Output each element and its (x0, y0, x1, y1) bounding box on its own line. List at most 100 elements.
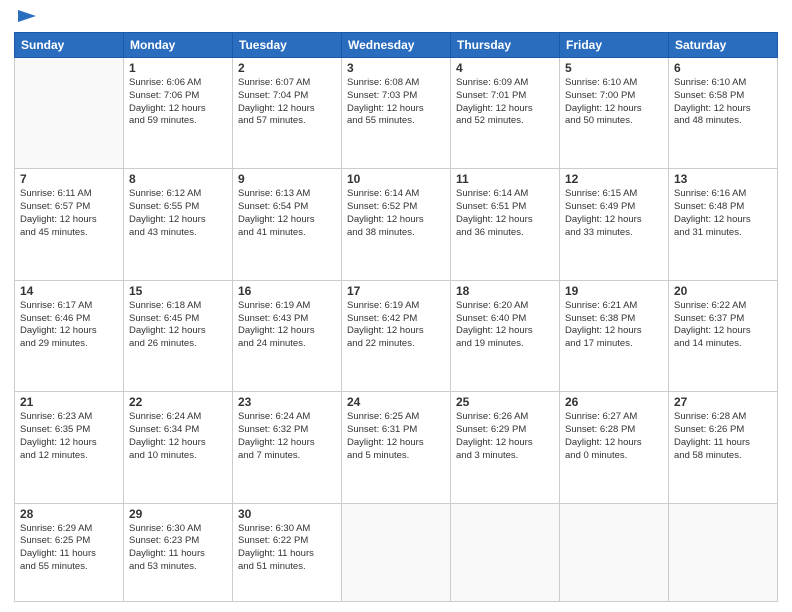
calendar-cell: 2 Sunrise: 6:07 AMSunset: 7:04 PMDaylight… (233, 58, 342, 169)
cell-info: Sunrise: 6:12 AMSunset: 6:55 PMDaylight:… (129, 188, 227, 239)
day-header-friday: Friday (560, 33, 669, 58)
calendar-cell: 7 Sunrise: 6:11 AMSunset: 6:57 PMDaylight… (15, 169, 124, 280)
day-number: 7 (20, 172, 118, 186)
cell-info: Sunrise: 6:17 AMSunset: 6:46 PMDaylight:… (20, 300, 118, 351)
cell-info: Sunrise: 6:10 AMSunset: 7:00 PMDaylight:… (565, 77, 663, 128)
logo-flag-icon (16, 8, 38, 28)
cell-info: Sunrise: 6:11 AMSunset: 6:57 PMDaylight:… (20, 188, 118, 239)
calendar-cell (669, 503, 778, 601)
day-number: 17 (347, 284, 445, 298)
calendar-week-row: 21 Sunrise: 6:23 AMSunset: 6:35 PMDayligh… (15, 392, 778, 503)
calendar-cell: 10Sunrise: 6:14 AMSunset: 6:52 PMDayligh… (342, 169, 451, 280)
day-number: 28 (20, 507, 118, 521)
header (14, 10, 778, 24)
day-number: 4 (456, 61, 554, 75)
day-number: 30 (238, 507, 336, 521)
day-number: 12 (565, 172, 663, 186)
day-number: 9 (238, 172, 336, 186)
day-header-sunday: Sunday (15, 33, 124, 58)
calendar-cell: 12 Sunrise: 6:15 AMSunset: 6:49 PMDayligh… (560, 169, 669, 280)
day-number: 22 (129, 395, 227, 409)
calendar-cell: 18 Sunrise: 6:20 AMSunset: 6:40 PMDayligh… (451, 280, 560, 391)
calendar-cell (342, 503, 451, 601)
calendar-cell (451, 503, 560, 601)
day-number: 5 (565, 61, 663, 75)
cell-info: Sunrise: 6:21 AMSunset: 6:38 PMDaylight:… (565, 300, 663, 351)
calendar-cell: 16 Sunrise: 6:19 AMSunset: 6:43 PMDayligh… (233, 280, 342, 391)
cell-info: Sunrise: 6:22 AMSunset: 6:37 PMDaylight:… (674, 300, 772, 351)
calendar-cell: 30 Sunrise: 6:30 AMSunset: 6:22 PMDayligh… (233, 503, 342, 601)
calendar-cell: 21 Sunrise: 6:23 AMSunset: 6:35 PMDayligh… (15, 392, 124, 503)
day-number: 21 (20, 395, 118, 409)
day-header-saturday: Saturday (669, 33, 778, 58)
cell-info: Sunrise: 6:16 AMSunset: 6:48 PMDaylight:… (674, 188, 772, 239)
cell-info: Sunrise: 6:23 AMSunset: 6:35 PMDaylight:… (20, 411, 118, 462)
calendar-cell: 24Sunrise: 6:25 AMSunset: 6:31 PMDayligh… (342, 392, 451, 503)
day-number: 16 (238, 284, 336, 298)
cell-info: Sunrise: 6:07 AMSunset: 7:04 PMDaylight:… (238, 77, 336, 128)
calendar-cell: 17 Sunrise: 6:19 AMSunset: 6:42 PMDayligh… (342, 280, 451, 391)
cell-info: Sunrise: 6:14 AMSunset: 6:51 PMDaylight:… (456, 188, 554, 239)
cell-info: Sunrise: 6:26 AMSunset: 6:29 PMDaylight:… (456, 411, 554, 462)
calendar-body: 1 Sunrise: 6:06 AMSunset: 7:06 PMDaylight… (15, 58, 778, 602)
calendar-cell: 19 Sunrise: 6:21 AMSunset: 6:38 PMDayligh… (560, 280, 669, 391)
day-number: 13 (674, 172, 772, 186)
day-number: 3 (347, 61, 445, 75)
cell-info: Sunrise: 6:09 AMSunset: 7:01 PMDaylight:… (456, 77, 554, 128)
calendar-cell: 23 Sunrise: 6:24 AMSunset: 6:32 PMDayligh… (233, 392, 342, 503)
day-number: 2 (238, 61, 336, 75)
day-number: 23 (238, 395, 336, 409)
calendar-cell: 29 Sunrise: 6:30 AMSunset: 6:23 PMDayligh… (124, 503, 233, 601)
cell-info: Sunrise: 6:24 AMSunset: 6:32 PMDaylight:… (238, 411, 336, 462)
cell-info: Sunrise: 6:30 AMSunset: 6:22 PMDaylight:… (238, 523, 336, 574)
calendar-cell: 4 Sunrise: 6:09 AMSunset: 7:01 PMDaylight… (451, 58, 560, 169)
cell-info: Sunrise: 6:10 AMSunset: 6:58 PMDaylight:… (674, 77, 772, 128)
logo (14, 10, 38, 24)
cell-info: Sunrise: 6:06 AMSunset: 7:06 PMDaylight:… (129, 77, 227, 128)
day-number: 27 (674, 395, 772, 409)
cell-info: Sunrise: 6:15 AMSunset: 6:49 PMDaylight:… (565, 188, 663, 239)
day-number: 25 (456, 395, 554, 409)
day-header-monday: Monday (124, 33, 233, 58)
day-header-wednesday: Wednesday (342, 33, 451, 58)
day-header-tuesday: Tuesday (233, 33, 342, 58)
day-number: 29 (129, 507, 227, 521)
calendar-cell: 15 Sunrise: 6:18 AMSunset: 6:45 PMDayligh… (124, 280, 233, 391)
cell-info: Sunrise: 6:27 AMSunset: 6:28 PMDaylight:… (565, 411, 663, 462)
day-number: 20 (674, 284, 772, 298)
day-number: 15 (129, 284, 227, 298)
calendar-week-row: 14 Sunrise: 6:17 AMSunset: 6:46 PMDayligh… (15, 280, 778, 391)
calendar-cell: 6Sunrise: 6:10 AMSunset: 6:58 PMDaylight… (669, 58, 778, 169)
calendar-cell: 8 Sunrise: 6:12 AMSunset: 6:55 PMDaylight… (124, 169, 233, 280)
day-header-thursday: Thursday (451, 33, 560, 58)
day-number: 10 (347, 172, 445, 186)
cell-info: Sunrise: 6:30 AMSunset: 6:23 PMDaylight:… (129, 523, 227, 574)
cell-info: Sunrise: 6:19 AMSunset: 6:43 PMDaylight:… (238, 300, 336, 351)
calendar-cell: 13 Sunrise: 6:16 AMSunset: 6:48 PMDayligh… (669, 169, 778, 280)
cell-info: Sunrise: 6:19 AMSunset: 6:42 PMDaylight:… (347, 300, 445, 351)
cell-info: Sunrise: 6:28 AMSunset: 6:26 PMDaylight:… (674, 411, 772, 462)
day-number: 24 (347, 395, 445, 409)
cell-info: Sunrise: 6:29 AMSunset: 6:25 PMDaylight:… (20, 523, 118, 574)
day-number: 18 (456, 284, 554, 298)
calendar-cell: 1 Sunrise: 6:06 AMSunset: 7:06 PMDaylight… (124, 58, 233, 169)
page: SundayMondayTuesdayWednesdayThursdayFrid… (0, 0, 792, 612)
day-number: 1 (129, 61, 227, 75)
calendar-cell: 26Sunrise: 6:27 AMSunset: 6:28 PMDayligh… (560, 392, 669, 503)
calendar-cell: 25 Sunrise: 6:26 AMSunset: 6:29 PMDayligh… (451, 392, 560, 503)
cell-info: Sunrise: 6:18 AMSunset: 6:45 PMDaylight:… (129, 300, 227, 351)
day-number: 8 (129, 172, 227, 186)
calendar-cell: 22Sunrise: 6:24 AMSunset: 6:34 PMDayligh… (124, 392, 233, 503)
calendar-week-row: 1 Sunrise: 6:06 AMSunset: 7:06 PMDaylight… (15, 58, 778, 169)
calendar-cell: 27 Sunrise: 6:28 AMSunset: 6:26 PMDayligh… (669, 392, 778, 503)
calendar-cell: 20 Sunrise: 6:22 AMSunset: 6:37 PMDayligh… (669, 280, 778, 391)
calendar-cell: 5 Sunrise: 6:10 AMSunset: 7:00 PMDaylight… (560, 58, 669, 169)
cell-info: Sunrise: 6:20 AMSunset: 6:40 PMDaylight:… (456, 300, 554, 351)
day-number: 11 (456, 172, 554, 186)
day-number: 19 (565, 284, 663, 298)
cell-info: Sunrise: 6:13 AMSunset: 6:54 PMDaylight:… (238, 188, 336, 239)
calendar-cell: 11 Sunrise: 6:14 AMSunset: 6:51 PMDayligh… (451, 169, 560, 280)
calendar-header-row: SundayMondayTuesdayWednesdayThursdayFrid… (15, 33, 778, 58)
calendar-cell: 14 Sunrise: 6:17 AMSunset: 6:46 PMDayligh… (15, 280, 124, 391)
day-number: 14 (20, 284, 118, 298)
